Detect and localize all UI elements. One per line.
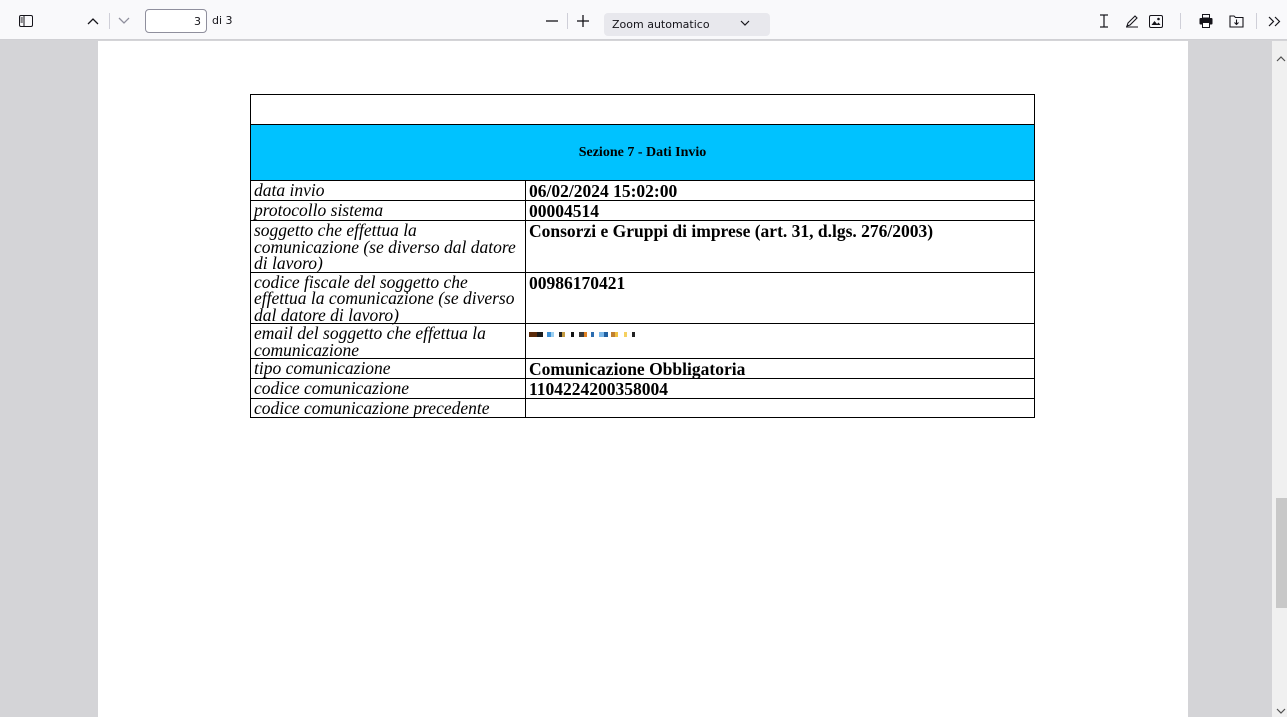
row-label: email del soggetto che effettua la comun… — [250, 323, 526, 359]
divider — [109, 13, 110, 29]
more-tools-icon[interactable] — [1266, 14, 1282, 28]
text-tool-icon[interactable] — [1097, 13, 1111, 29]
row-label: codice fiscale del soggetto che effettua… — [250, 271, 526, 324]
sidebar-toggle-icon[interactable] — [18, 14, 34, 28]
section-table: Sezione 7 - Dati Invio data invio 06/02/… — [250, 94, 1035, 418]
row-value — [525, 398, 1035, 418]
zoom-in-icon[interactable] — [576, 14, 590, 28]
next-page-icon[interactable] — [117, 14, 131, 28]
chevron-down-icon — [740, 18, 750, 31]
scroll-up-icon[interactable] — [1276, 49, 1286, 67]
section-title: Sezione 7 - Dati Invio — [250, 124, 1035, 181]
page-number-input[interactable] — [145, 9, 207, 33]
table-row: codice comunicazione 1104224200358004 — [250, 378, 1035, 399]
divider — [567, 13, 568, 29]
print-icon[interactable] — [1198, 13, 1214, 29]
row-label: soggetto che effettua la comunicazione (… — [250, 220, 526, 273]
row-label: codice comunicazione precedente — [250, 398, 526, 418]
image-tool-icon[interactable] — [1148, 13, 1164, 29]
table-row: protocollo sistema 00004514 — [250, 200, 1035, 221]
section-header-row: Sezione 7 - Dati Invio — [250, 124, 1035, 181]
table-row: soggetto che effettua la comunicazione (… — [250, 220, 1035, 273]
vertical-scrollbar[interactable] — [1272, 41, 1287, 717]
row-label: tipo comunicazione — [250, 358, 526, 379]
table-row: data invio 06/02/2024 15:02:00 — [250, 180, 1035, 201]
redacted-email — [529, 325, 1031, 343]
pdf-toolbar: di 3 Zoom automatico — [0, 0, 1287, 40]
table-row: email del soggetto che effettua la comun… — [250, 323, 1035, 359]
zoom-select[interactable]: Zoom automatico — [604, 13, 770, 36]
row-value-redacted — [525, 323, 1035, 359]
divider — [1180, 13, 1181, 29]
row-value: Consorzi e Gruppi di imprese (art. 31, d… — [525, 220, 1035, 273]
page-count-label: di 3 — [212, 14, 233, 27]
scroll-down-icon[interactable] — [1276, 701, 1286, 717]
zoom-select-value: Zoom automatico — [612, 18, 710, 31]
row-label: data invio — [250, 180, 526, 201]
row-label: codice comunicazione — [250, 378, 526, 399]
row-value: 1104224200358004 — [525, 378, 1035, 399]
table-row: codice fiscale del soggetto che effettua… — [250, 271, 1035, 324]
row-label: protocollo sistema — [250, 200, 526, 221]
divider — [1256, 13, 1257, 29]
save-icon[interactable] — [1228, 13, 1244, 29]
table-row: codice comunicazione precedente — [250, 398, 1035, 418]
row-value: 06/02/2024 15:02:00 — [525, 180, 1035, 201]
zoom-out-icon[interactable] — [545, 14, 559, 28]
draw-tool-icon[interactable] — [1124, 13, 1140, 29]
table-row: tipo comunicazione Comunicazione Obbliga… — [250, 358, 1035, 379]
scrollbar-thumb[interactable] — [1276, 498, 1287, 608]
row-value: Comunicazione Obbligatoria — [525, 358, 1035, 379]
row-value: 00986170421 — [525, 271, 1035, 324]
row-value: 00004514 — [525, 200, 1035, 221]
table-empty-row — [250, 94, 1035, 125]
previous-page-icon[interactable] — [86, 14, 100, 28]
